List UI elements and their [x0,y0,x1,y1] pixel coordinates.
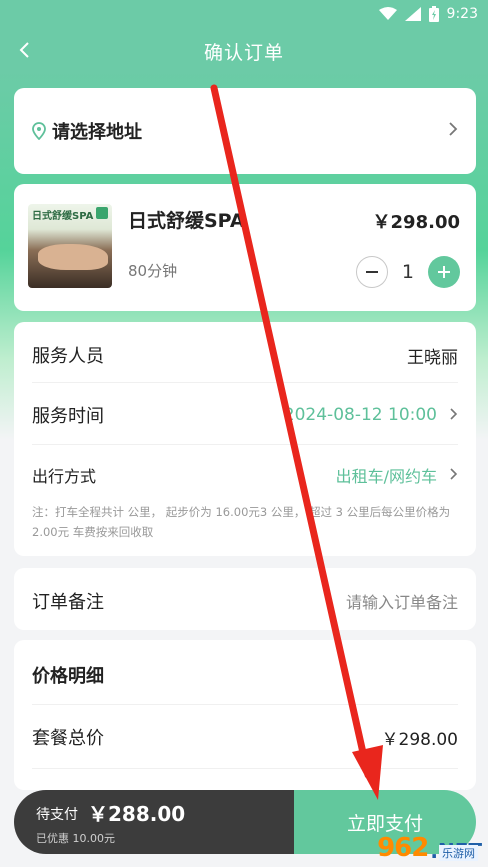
fare-note: 注：打车全程共计 公里， 起步价为 16.00元3 公里， 超过 3 公里后每公… [32,505,451,539]
watermark-brand: 962 [377,833,429,863]
nav-bar: 确认订单 [0,28,488,74]
plus-icon [438,266,450,278]
package-total-label: 套餐总价 [32,728,104,749]
price-detail-title: 价格明细 [32,666,104,687]
service-info-card: 服务人员 王晓丽 服务时间 2024-08-12 10:00 出行方式 出租车/… [14,322,476,556]
package-total-row: 套餐总价 ￥298.00 [32,722,458,752]
status-bar: 9:23 [0,0,488,28]
staff-label: 服务人员 [32,346,104,367]
page-title: 确认订单 [203,41,284,64]
product-duration: 80分钟 [128,262,178,280]
signal-icon [404,7,421,21]
address-selector[interactable]: 请选择地址 [14,88,476,174]
product-card: 日式舒缓SPA 日式舒缓SPA ￥298.00 80分钟 1 [14,184,476,311]
remark-label: 订单备注 [32,592,104,613]
chevron-right-icon [449,466,458,485]
discount-text: 已优惠 10.00元 [36,832,115,845]
travel-mode-selector[interactable]: 出行方式 出租车/网约车 [32,460,458,490]
price-detail-card: 价格明细 套餐总价 ￥298.00 [14,640,476,790]
product-thumbnail: 日式舒缓SPA [28,204,112,288]
payment-amount: ￥288.00 [88,802,186,826]
wifi-icon [378,7,397,20]
minus-icon [365,271,378,273]
pending-payment-label: 待支付 [36,807,78,823]
travel-mode-label: 出行方式 [32,467,97,486]
back-button[interactable] [10,36,38,64]
remark-input[interactable]: 请输入订单备注 [346,589,458,613]
divider [32,382,458,383]
staff-value: 王晓丽 [407,347,458,368]
increase-quantity-button[interactable] [428,256,460,288]
divider [32,704,458,705]
site-watermark: 962 .NET 乐游网 [352,809,482,863]
divider [32,444,458,445]
divider [32,768,458,769]
thumbnail-badge [96,207,108,219]
address-text: 请选择地址 [52,122,142,143]
battery-icon [428,6,439,22]
service-time-value: 2024-08-12 10:00 [283,405,437,425]
location-pin-icon [32,122,46,140]
quantity-stepper: 1 [355,256,460,288]
chevron-right-icon [449,406,458,425]
chevron-right-icon [448,121,458,142]
thumbnail-title: 日式舒缓SPA [32,211,94,222]
payment-summary: 待支付 ￥288.00 已优惠 10.00元 [14,790,294,854]
package-total-value: ￥298.00 [381,729,458,750]
service-time-label: 服务时间 [32,406,104,427]
chevron-left-icon [19,42,29,58]
decrease-quantity-button[interactable] [355,256,388,288]
quantity-value: 1 [401,261,414,283]
staff-row: 服务人员 王晓丽 [32,340,458,370]
service-time-selector[interactable]: 服务时间 2024-08-12 10:00 [32,400,458,430]
status-time: 9:23 [446,6,478,22]
watermark-sub: 乐游网 [439,845,478,861]
order-remark-field[interactable]: 订单备注 请输入订单备注 [14,568,476,630]
travel-mode-value: 出租车/网约车 [335,467,437,486]
product-price: ￥298.00 [372,212,460,233]
product-name: 日式舒缓SPA [128,210,245,232]
